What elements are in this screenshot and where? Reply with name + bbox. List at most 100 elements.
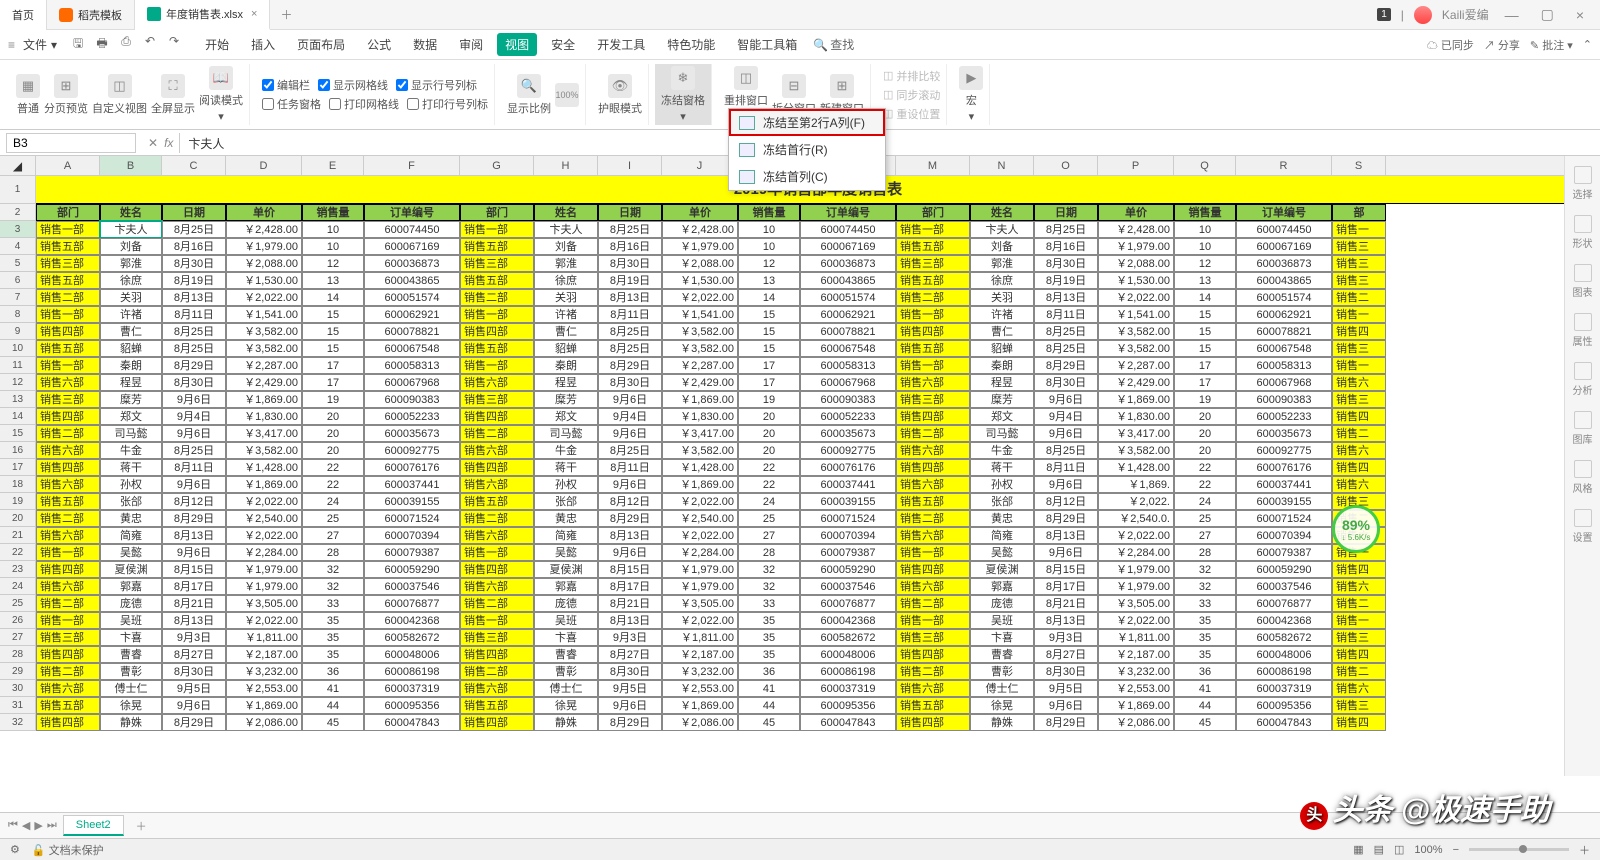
cell[interactable]: 刘备 [534,238,598,255]
cell[interactable]: 简雍 [100,527,162,544]
cell[interactable]: 600035673 [800,425,896,442]
cell[interactable]: 9月6日 [162,476,226,493]
row-header[interactable]: 27 [0,629,36,646]
cell[interactable]: 吴懿 [100,544,162,561]
file-tab[interactable]: 年度销售表.xlsx × [135,0,270,30]
header-cell[interactable]: 日期 [162,204,226,221]
cell[interactable]: 10 [738,221,800,238]
cell[interactable]: 14 [738,289,800,306]
cell[interactable]: 庞德 [970,595,1034,612]
cell[interactable]: 600079387 [1236,544,1332,561]
reading-mode-button[interactable]: 📖阅读模式▾ [199,66,243,123]
cell[interactable]: ￥1,869.00 [1098,697,1174,714]
cell[interactable]: 600095356 [364,697,460,714]
cell[interactable]: 600071524 [364,510,460,527]
cell[interactable]: 郭淮 [970,255,1034,272]
cell[interactable]: 许褚 [100,306,162,323]
cell[interactable]: 8月25日 [162,221,226,238]
cell[interactable]: 销售六部 [36,680,100,697]
check-4[interactable]: 打印网格线 [329,96,399,112]
cell[interactable]: 销售三部 [36,391,100,408]
cell[interactable]: 卞夫人 [100,221,162,238]
zoom-in-icon[interactable]: ＋ [1579,842,1590,858]
cell[interactable]: 600037546 [800,578,896,595]
zoom-out-icon[interactable]: − [1453,844,1459,856]
freeze-panes-button[interactable]: ❄冻结窗格▾ [661,66,705,123]
check-3[interactable]: 任务窗格 [262,96,321,112]
cell[interactable]: 销售一 [1332,612,1386,629]
cell[interactable]: 600070394 [364,527,460,544]
cell[interactable]: 郭淮 [100,255,162,272]
cell[interactable]: 8月11日 [598,459,662,476]
cell[interactable]: 糜芳 [534,391,598,408]
cell[interactable]: 销售六部 [36,476,100,493]
share-button[interactable]: ↗ 分享 [1484,37,1520,53]
col-header[interactable]: H [534,156,598,175]
cell[interactable]: 销售五部 [460,493,534,510]
cell[interactable]: 8月17日 [1034,578,1098,595]
cell[interactable]: ￥1,811.00 [226,629,302,646]
cell[interactable]: 销售二部 [36,425,100,442]
cell[interactable]: 22 [1174,459,1236,476]
cell[interactable]: 24 [1174,493,1236,510]
cell[interactable]: ￥1,811.00 [662,629,738,646]
cell[interactable]: 41 [738,680,800,697]
cell[interactable]: 8月17日 [598,578,662,595]
cell[interactable]: 8月25日 [598,221,662,238]
cell[interactable]: 13 [1174,272,1236,289]
cell[interactable]: 司马懿 [970,425,1034,442]
header-cell[interactable]: 单价 [662,204,738,221]
cell[interactable]: 8月15日 [162,561,226,578]
cell[interactable]: 郑文 [100,408,162,425]
ribbon-tab-6[interactable]: 视图 [497,33,537,56]
cell[interactable]: 15 [302,323,364,340]
cell[interactable]: 45 [302,714,364,731]
cell[interactable]: 20 [302,425,364,442]
cell[interactable]: 17 [302,357,364,374]
panel-item-5[interactable]: 图库 [1573,411,1593,446]
cell[interactable]: 销售五部 [36,697,100,714]
cell[interactable]: 600043865 [800,272,896,289]
cell[interactable]: 25 [738,510,800,527]
header-cell[interactable]: 销售量 [302,204,364,221]
cell[interactable]: ￥2,553.00 [662,680,738,697]
cell[interactable]: ￥2,540.00 [662,510,738,527]
cell[interactable]: 10 [302,221,364,238]
cell[interactable]: 销售二部 [460,289,534,306]
cell[interactable]: 销售三 [1332,238,1386,255]
protect-status[interactable]: 🔓 文档未保护 [32,842,104,858]
sheet-tab[interactable]: Sheet2 [63,815,124,836]
file-menu[interactable]: 文件▾ [17,36,63,53]
first-icon[interactable]: ⏮ [8,819,18,832]
redo-icon[interactable]: ↷ [165,34,183,55]
cell[interactable]: 600048006 [800,646,896,663]
cell[interactable]: 600037319 [364,680,460,697]
cell[interactable]: ￥2,429.00 [226,374,302,391]
cell[interactable]: 600067169 [364,238,460,255]
cell[interactable]: 20 [302,408,364,425]
cell[interactable]: ￥2,022.00 [1098,612,1174,629]
cell[interactable]: 600051574 [364,289,460,306]
close-icon[interactable]: × [251,8,257,20]
cell[interactable]: ￥3,582.00 [1098,442,1174,459]
cell[interactable]: ￥2,429.00 [662,374,738,391]
cell[interactable]: 曹仁 [534,323,598,340]
cell[interactable]: 9月4日 [1034,408,1098,425]
cell[interactable]: 销售六 [1332,374,1386,391]
cell[interactable]: 600071524 [1236,510,1332,527]
row-header[interactable]: 12 [0,374,36,391]
custom-view-button[interactable]: ◫自定义视图 [92,74,147,116]
cell[interactable]: 销售二部 [460,595,534,612]
cell[interactable]: 许褚 [534,306,598,323]
cell[interactable]: 600036873 [364,255,460,272]
header-cell[interactable]: 日期 [1034,204,1098,221]
row-header[interactable]: 11 [0,357,36,374]
cell[interactable]: 8月13日 [598,612,662,629]
cell[interactable]: 8月13日 [1034,612,1098,629]
cell[interactable]: 33 [1174,595,1236,612]
cell[interactable]: 销售六部 [36,578,100,595]
cell[interactable]: 8月29日 [162,714,226,731]
cell[interactable]: 8月25日 [598,323,662,340]
header-cell[interactable]: 姓名 [970,204,1034,221]
cell[interactable]: 销售六部 [460,374,534,391]
